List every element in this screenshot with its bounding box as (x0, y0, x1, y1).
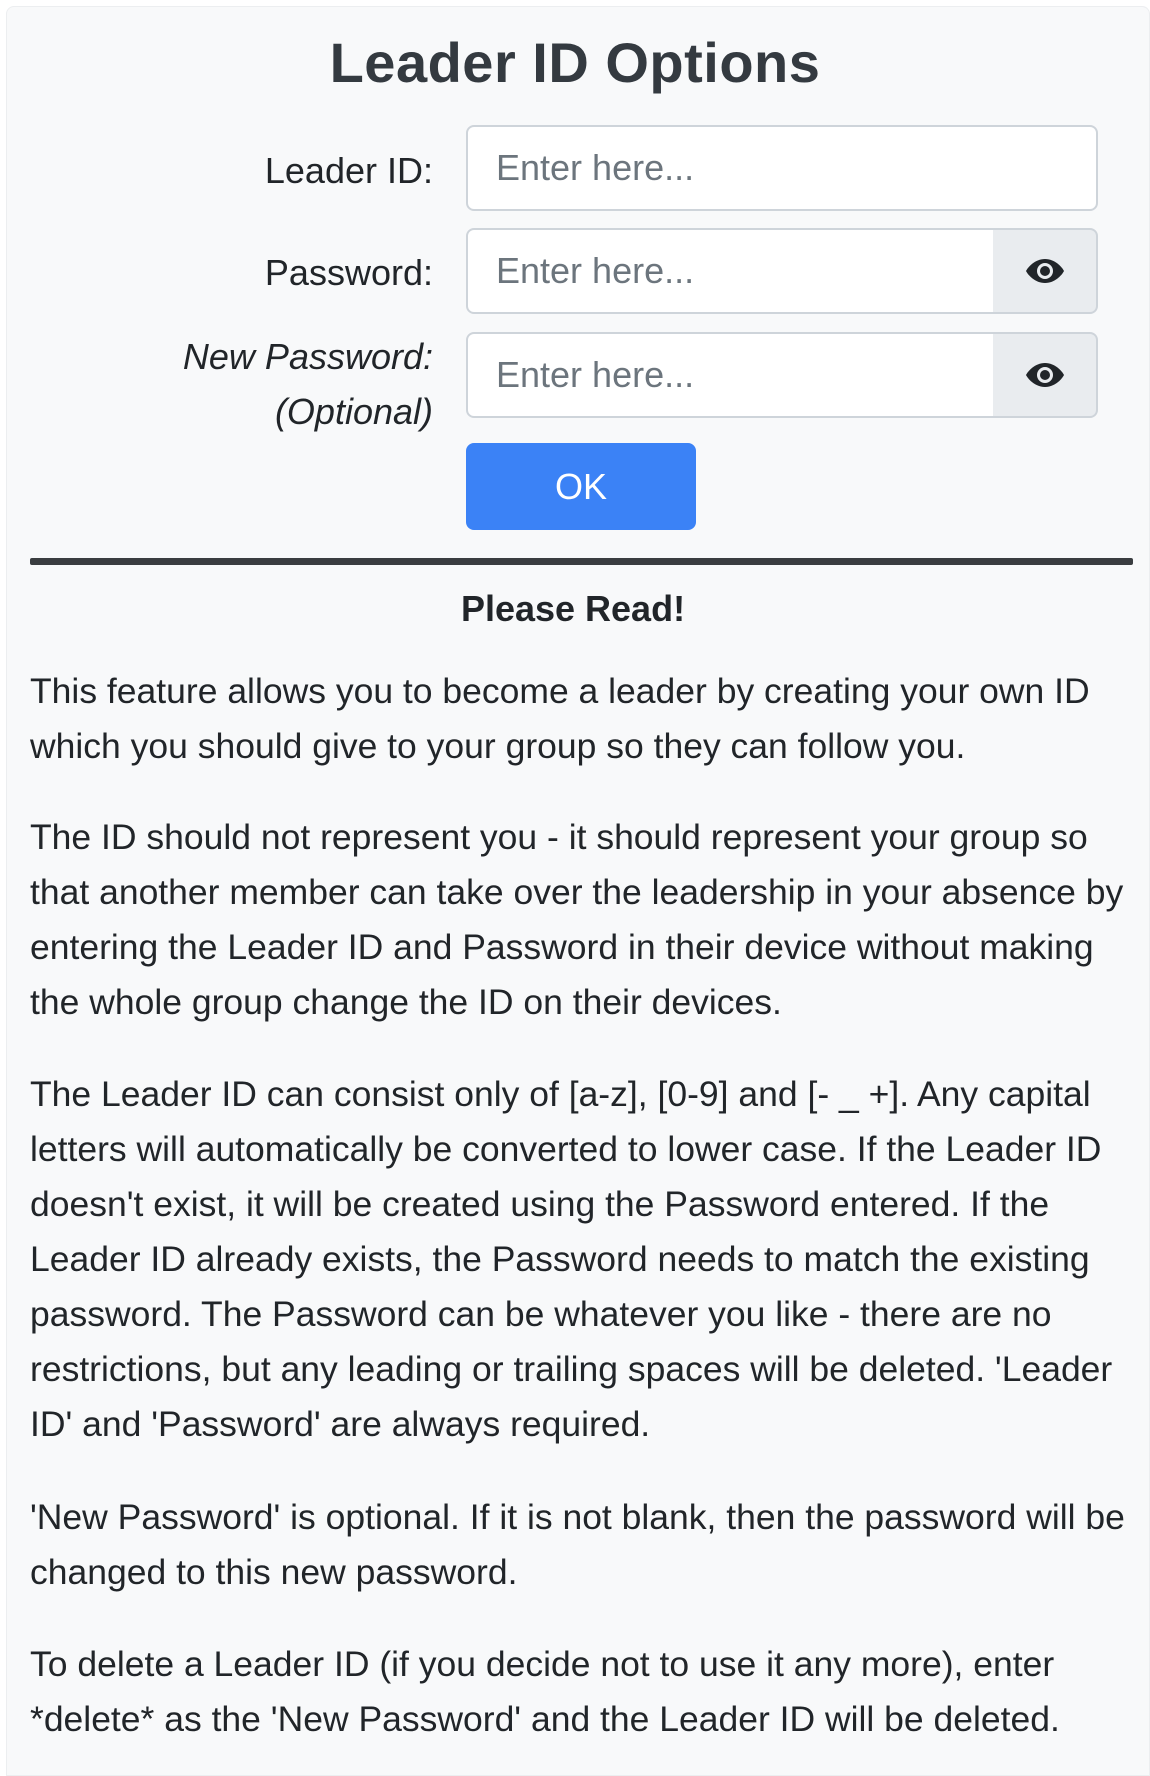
divider (30, 558, 1133, 565)
eye-icon (1025, 363, 1064, 387)
info-paragraph-3: The Leader ID can consist only of [a-z],… (30, 1074, 1113, 1444)
new-password-label-main: New Password: (182, 336, 433, 377)
leader-id-label: Leader ID: (264, 150, 433, 191)
new-password-visibility-toggle[interactable] (993, 332, 1098, 418)
password-label: Password: (264, 252, 433, 293)
new-password-label: New Password: (Optional) (183, 329, 433, 439)
leader-id-input[interactable] (466, 125, 1098, 211)
info-paragraph-4: 'New Password' is optional. If it is not… (30, 1497, 1125, 1592)
info-paragraph-1: This feature allows you to become a lead… (30, 671, 1090, 766)
eye-icon (1025, 259, 1064, 283)
dialog-title: Leader ID Options (329, 31, 821, 94)
ok-button[interactable]: OK (466, 443, 696, 530)
info-paragraph-5: To delete a Leader ID (if you decide not… (30, 1644, 1060, 1739)
new-password-input[interactable] (466, 332, 995, 418)
new-password-label-optional: (Optional) (274, 391, 433, 432)
password-visibility-toggle[interactable] (993, 228, 1098, 314)
info-heading: Please Read! (460, 588, 686, 629)
password-input[interactable] (466, 228, 995, 314)
info-paragraph-2: The ID should not represent you - it sho… (30, 817, 1124, 1022)
